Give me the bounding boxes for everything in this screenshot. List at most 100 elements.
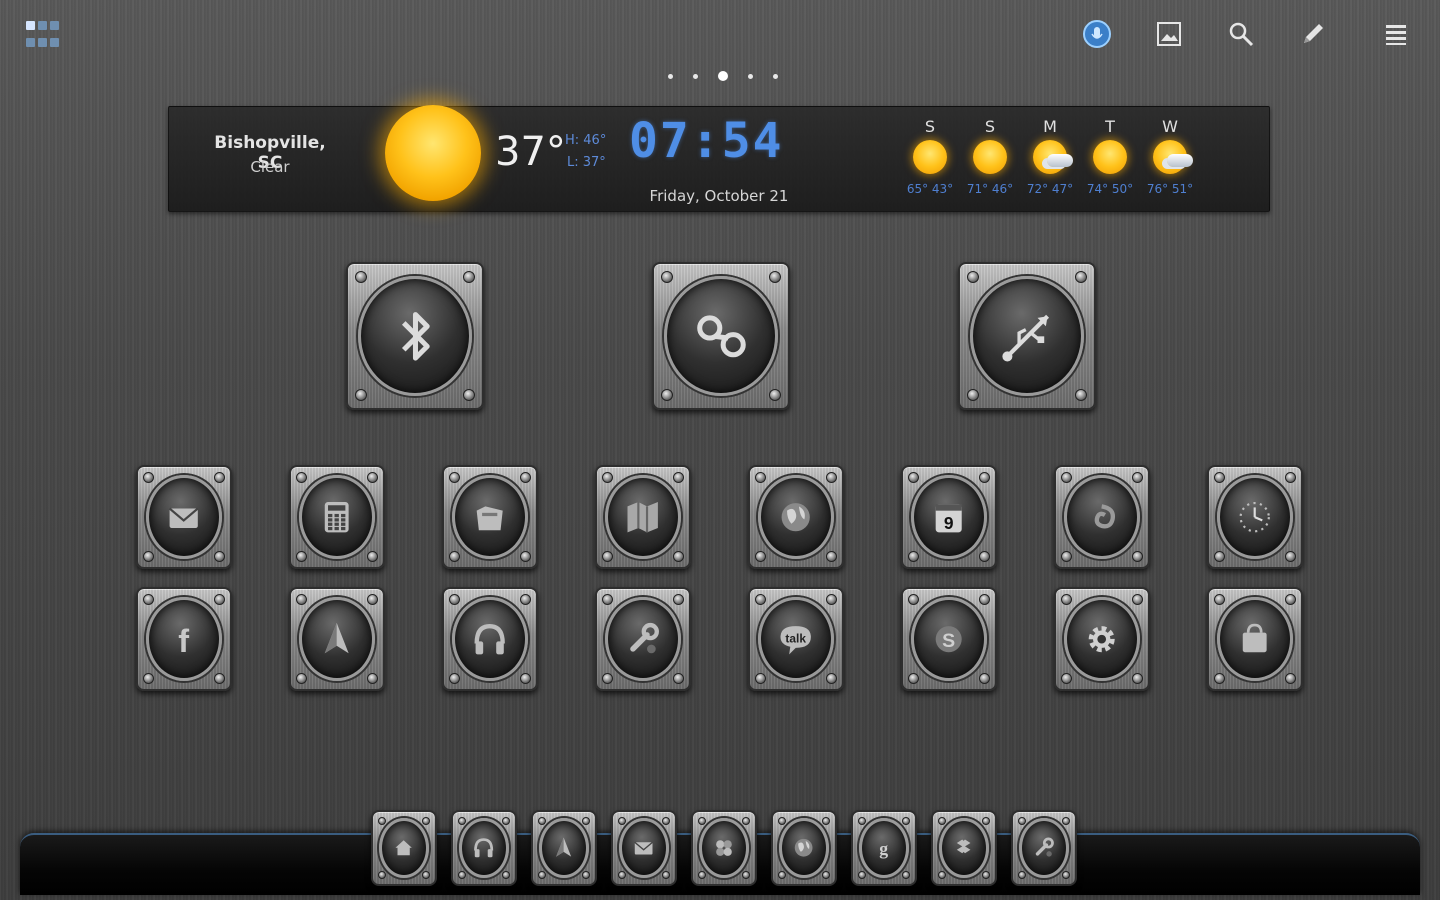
headphones-icon <box>459 818 509 878</box>
clock-app[interactable] <box>1207 465 1303 569</box>
app-drawer-button[interactable] <box>26 18 64 51</box>
dock-home[interactable] <box>371 810 437 886</box>
dock-dropbox[interactable] <box>931 810 997 886</box>
partly-cloudy-icon <box>1033 140 1073 174</box>
forecast-day-label: M <box>1043 117 1057 136</box>
headphones-app[interactable] <box>442 587 538 691</box>
forecast-day: W 76° 51° <box>1142 117 1198 196</box>
search-icon[interactable] <box>1223 16 1259 52</box>
shopping-bag-icon <box>1217 597 1293 681</box>
navigation-arrow-icon <box>539 818 589 878</box>
current-temperature: 37° <box>495 129 566 175</box>
forecast-temps: 72° 47° <box>1026 182 1074 196</box>
page-dot[interactable] <box>773 73 778 79</box>
low-temperature: L: 37° <box>567 155 606 170</box>
wrench-icon <box>605 597 681 681</box>
skype-app[interactable]: S <box>901 587 997 691</box>
usb-icon <box>970 276 1084 396</box>
sunny-icon <box>1093 140 1127 174</box>
sunny-icon <box>973 140 1007 174</box>
browser-app[interactable] <box>748 465 844 569</box>
high-temperature: H: 46° <box>565 133 607 148</box>
music-swirl-icon <box>1064 475 1140 559</box>
page-dot[interactable] <box>748 73 753 79</box>
forecast-day-label: W <box>1162 117 1178 136</box>
dropbox-icon <box>939 818 989 878</box>
navigation-arrow-icon <box>299 597 375 681</box>
talk-bubble-icon: talk <box>758 597 834 681</box>
page-dot-active[interactable] <box>718 71 728 81</box>
dock-browser[interactable] <box>771 810 837 886</box>
gear-icon <box>1064 597 1140 681</box>
partly-cloudy-icon <box>1153 140 1193 174</box>
dock-google[interactable]: g <box>851 810 917 886</box>
forecast-temps: 65° 43° <box>906 182 954 196</box>
skype-icon: S <box>911 597 987 681</box>
forecast-temps: 76° 51° <box>1146 182 1194 196</box>
wallpaper-icon[interactable] <box>1151 16 1187 52</box>
dock-apps[interactable] <box>691 810 757 886</box>
forecast-day: T 74° 50° <box>1082 117 1138 196</box>
globe-icon <box>758 475 834 559</box>
folder-icon <box>452 475 528 559</box>
weather-condition: Clear <box>250 158 290 176</box>
dock-headphones[interactable] <box>451 810 517 886</box>
page-dot[interactable] <box>668 73 673 79</box>
facebook-icon: f <box>146 597 222 681</box>
sunny-icon <box>913 140 947 174</box>
home-icon <box>379 818 429 878</box>
pencil-icon[interactable] <box>1295 16 1331 52</box>
dock-mail[interactable] <box>611 810 677 886</box>
svg-text:g: g <box>880 839 889 859</box>
menu-icon[interactable] <box>1378 16 1414 52</box>
usb-toggle[interactable] <box>958 262 1096 410</box>
app-cluster-icon <box>699 818 749 878</box>
svg-text:f: f <box>179 623 190 659</box>
maps-app[interactable] <box>595 465 691 569</box>
calendar-icon: 9 <box>911 475 987 559</box>
map-icon <box>605 475 681 559</box>
dock-navigation[interactable] <box>531 810 597 886</box>
forecast-day: S 65° 43° <box>902 117 958 196</box>
voicemail-toggle[interactable] <box>652 262 790 410</box>
forecast-temps: 74° 50° <box>1086 182 1134 196</box>
talk-app[interactable]: talk <box>748 587 844 691</box>
clock-date: Friday, October 21 <box>649 187 789 205</box>
calendar-app[interactable]: 9 <box>901 465 997 569</box>
facebook-app[interactable]: f <box>136 587 232 691</box>
page-dot[interactable] <box>693 73 698 79</box>
voicemail-icon <box>664 276 778 396</box>
svg-text:S: S <box>942 630 955 652</box>
settings-app[interactable] <box>1054 587 1150 691</box>
sunny-icon <box>385 105 481 201</box>
forecast-day-label: S <box>924 117 936 136</box>
envelope-icon <box>146 475 222 559</box>
wrench-icon <box>1019 818 1069 878</box>
bluetooth-toggle[interactable] <box>346 262 484 410</box>
files-app[interactable] <box>442 465 538 569</box>
forecast-temps: 71° 46° <box>966 182 1014 196</box>
clock-time[interactable]: 07:54 <box>629 113 784 169</box>
headphones-icon <box>452 597 528 681</box>
calculator-icon <box>299 475 375 559</box>
clock-icon <box>1217 475 1293 559</box>
forecast-day-label: T <box>1105 117 1115 136</box>
page-indicator <box>668 70 778 82</box>
forecast-day-label: S <box>984 117 996 136</box>
forecast-day: M 72° 47° <box>1022 117 1078 196</box>
weather-clock-widget[interactable]: Bishopville, SC Clear 37° H: 46° L: 37° … <box>168 105 1270 212</box>
svg-text:9: 9 <box>944 513 954 533</box>
globe-icon <box>779 818 829 878</box>
navigation-app[interactable] <box>289 587 385 691</box>
music-app[interactable] <box>1054 465 1150 569</box>
bluetooth-icon <box>358 276 472 396</box>
mail-app[interactable] <box>136 465 232 569</box>
calculator-app[interactable] <box>289 465 385 569</box>
tools-app[interactable] <box>595 587 691 691</box>
svg-text:talk: talk <box>786 631 807 645</box>
google-icon: g <box>859 818 909 878</box>
voice-search-icon[interactable] <box>1079 16 1115 52</box>
market-app[interactable] <box>1207 587 1303 691</box>
dock-tools[interactable] <box>1011 810 1077 886</box>
forecast-day: S 71° 46° <box>962 117 1018 196</box>
